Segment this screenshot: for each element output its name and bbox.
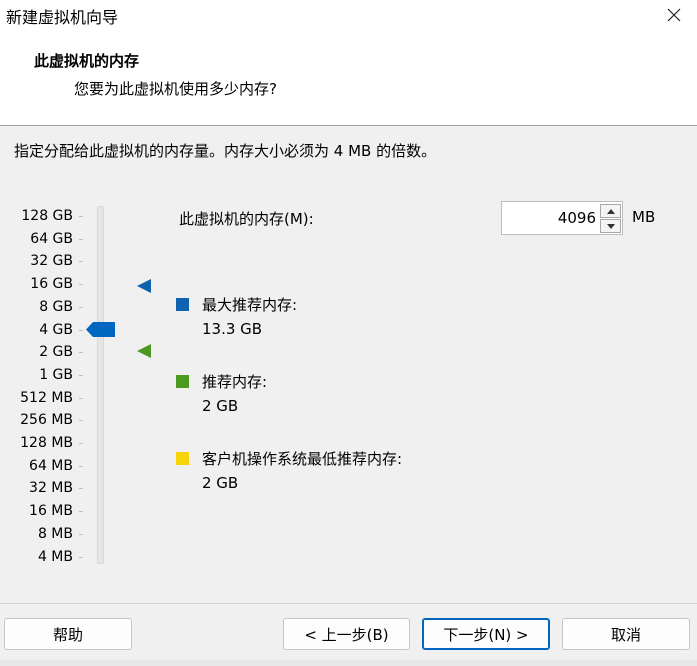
scale-label: 4 MB	[37, 548, 73, 565]
scale-tick	[79, 352, 83, 354]
scale-label: 1 GB	[39, 366, 73, 383]
scale-label: 512 MB	[20, 389, 73, 406]
bottom-edge	[0, 660, 697, 666]
scale-label: 2 GB	[39, 344, 73, 361]
legend-title: 最大推荐内存:	[202, 296, 298, 314]
legend-title: 推荐内存:	[202, 373, 268, 391]
recommended-marker-icon	[137, 344, 151, 358]
scale-tick	[79, 329, 83, 331]
scale-label: 16 GB	[30, 276, 73, 293]
page-title: 此虚拟机的内存	[34, 52, 140, 70]
scale-tick	[79, 261, 83, 263]
scale-tick	[79, 511, 83, 513]
back-button[interactable]: < 上一步(B)	[283, 618, 410, 650]
title-bar: 新建虚拟机向导	[0, 0, 697, 34]
legend-value: 2 GB	[202, 397, 239, 415]
scale-tick	[79, 216, 83, 217]
legend-value: 2 GB	[202, 474, 239, 492]
help-button[interactable]: 帮助	[4, 618, 132, 650]
scale-label: 8 MB	[37, 525, 73, 542]
scale-label: 8 GB	[39, 298, 73, 315]
chevron-up-icon	[606, 208, 615, 214]
chevron-down-icon	[606, 223, 615, 229]
scale-tick	[79, 420, 83, 422]
recommended-swatch-icon	[176, 375, 189, 388]
guest-min-swatch-icon	[176, 452, 189, 465]
window-title: 新建虚拟机向导	[6, 8, 119, 27]
max-recommended-swatch-icon	[176, 298, 189, 311]
scale-tick	[79, 238, 83, 240]
memory-input[interactable]	[502, 202, 596, 234]
scale-tick	[79, 488, 83, 490]
scale-label: 32 MB	[29, 480, 73, 497]
scale-tick	[79, 397, 83, 399]
scale-label: 256 MB	[20, 412, 73, 429]
wizard-header: 此虚拟机的内存 您要为此虚拟机使用多少内存?	[0, 34, 697, 126]
memory-slider-track[interactable]	[97, 206, 104, 564]
scale-tick	[79, 533, 83, 535]
scale-label: 64 GB	[30, 230, 73, 247]
scale-label: 4 GB	[39, 321, 73, 338]
close-button[interactable]	[651, 0, 697, 30]
close-icon	[667, 8, 681, 22]
legend-title: 客户机操作系统最低推荐内存:	[202, 450, 403, 468]
instruction-text: 指定分配给此虚拟机的内存量。内存大小必须为 4 MB 的倍数。	[14, 142, 437, 160]
memory-slider-thumb[interactable]	[86, 322, 115, 337]
memory-stepper	[501, 201, 623, 235]
next-button[interactable]: 下一步(N) >	[422, 618, 550, 650]
legend-value: 13.3 GB	[202, 320, 263, 338]
footer-divider	[0, 603, 697, 604]
scale-label: 128 GB	[21, 208, 73, 224]
max-recommended-marker-icon	[137, 279, 151, 293]
cancel-button[interactable]: 取消	[562, 618, 690, 650]
scale-tick	[79, 556, 83, 558]
memory-unit-label: MB	[632, 208, 656, 226]
scale-label: 32 GB	[30, 253, 73, 270]
scale-tick	[79, 374, 83, 376]
scale-tick	[79, 284, 83, 286]
scale-tick	[79, 465, 83, 467]
memory-decrease-button[interactable]	[600, 219, 621, 233]
memory-field-label: 此虚拟机的内存(M):	[179, 210, 314, 228]
scale-label: 16 MB	[29, 503, 73, 520]
scale-label: 128 MB	[20, 435, 73, 451]
page-subtitle: 您要为此虚拟机使用多少内存?	[74, 80, 277, 98]
scale-label: 64 MB	[29, 457, 73, 474]
scale-tick	[79, 306, 83, 308]
scale-tick	[79, 443, 83, 444]
memory-increase-button[interactable]	[600, 204, 621, 218]
